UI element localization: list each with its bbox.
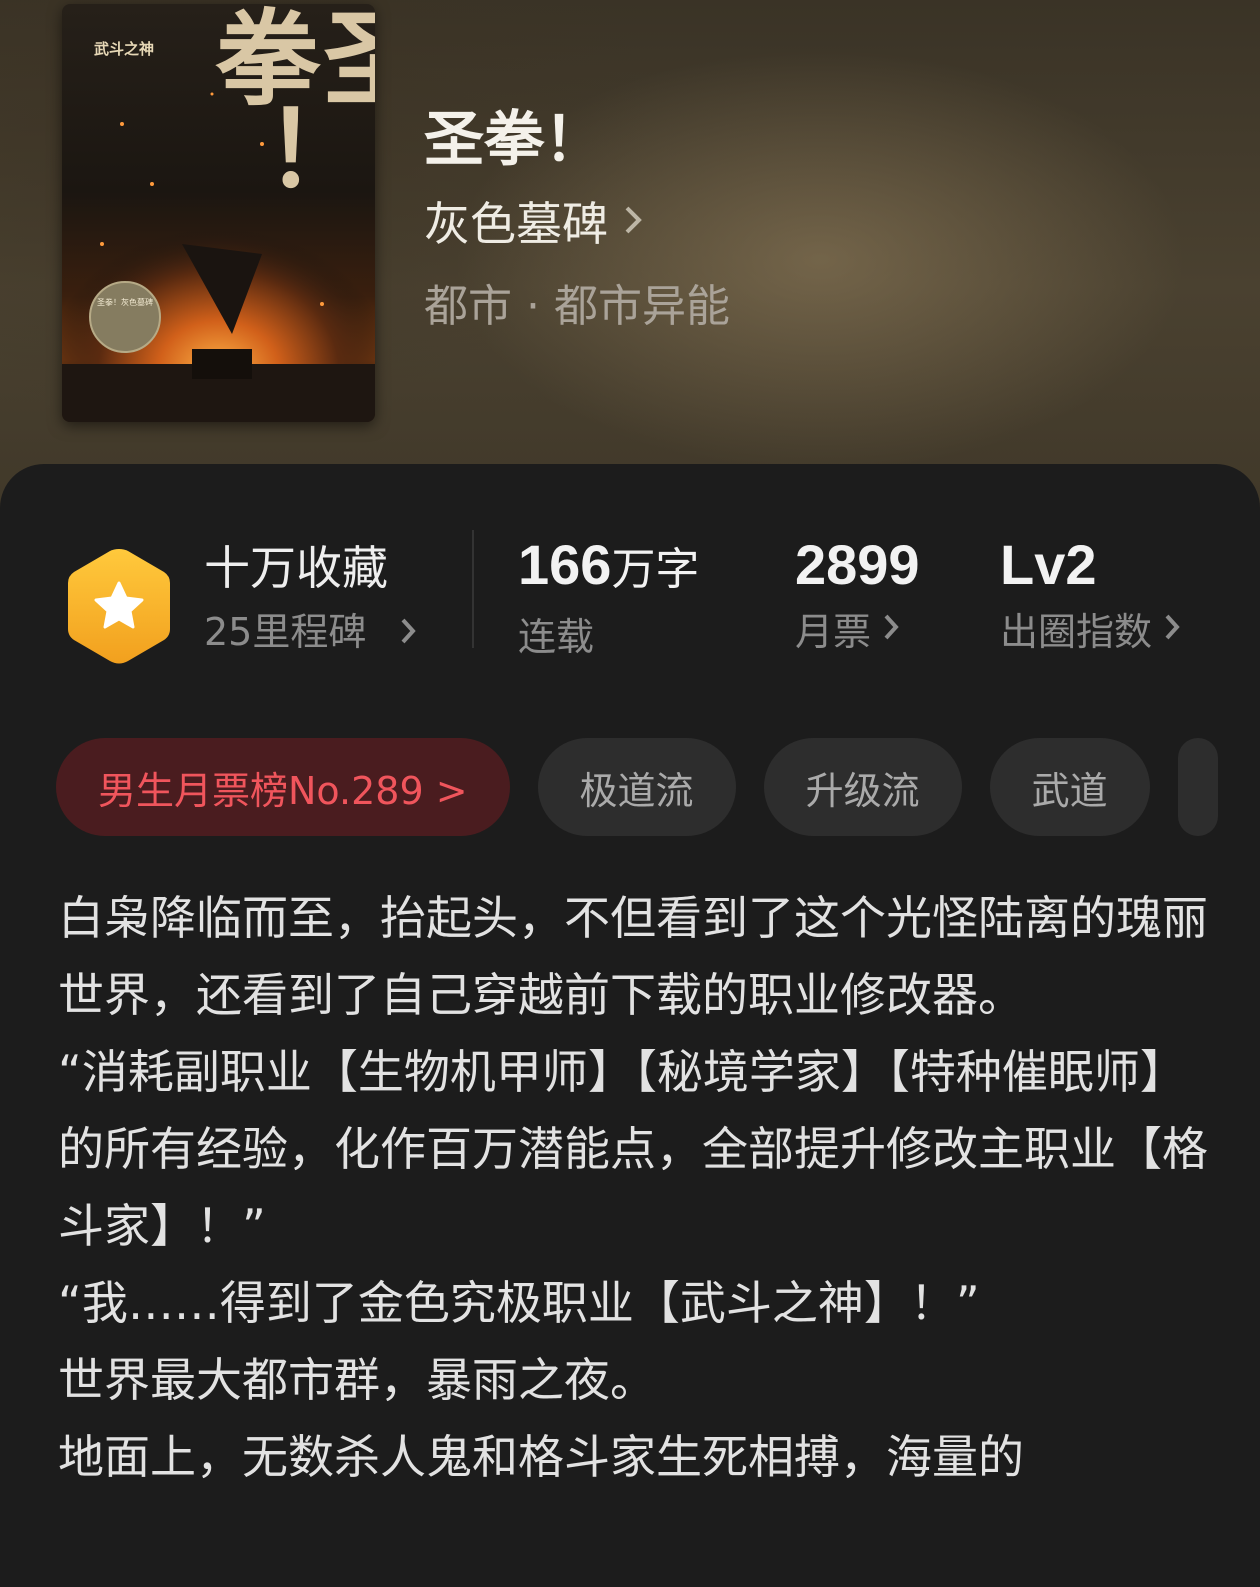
stats-divider [472, 530, 474, 648]
favorites-title: 十万收藏 [204, 541, 388, 595]
influence-index-label: 出圈指数 [1000, 610, 1153, 654]
monthly-ticket-label: 月票 [795, 610, 872, 654]
tag-row: 男生月票榜No.289 > 极道流 升级流 武道 [56, 738, 1218, 836]
word-count-label: 连载 [518, 615, 595, 659]
chevron-right-icon [883, 606, 899, 658]
word-count-stat: 166万字 连载 [518, 530, 699, 663]
cover-title-art: 圣拳！ [197, 4, 375, 200]
description-paragraph: 世界最大都市群，暴雨之夜。 [58, 1353, 656, 1407]
milestone-label: 25里程碑 [204, 610, 367, 654]
author-name: 灰色墓碑 [424, 197, 608, 251]
description-paragraph: “消耗副职业【生物机甲师】【秘境学家】【特种催眠师】的所有经验，化作百万潜能点，… [58, 1045, 1208, 1253]
influence-index-stat[interactable]: Lv2 出圈指数 [1000, 530, 1180, 658]
tag-chip[interactable]: 极道流 [537, 738, 736, 836]
monthly-ticket-stat[interactable]: 2899 月票 [795, 530, 920, 658]
book-cover[interactable]: 武斗之神 圣拳！ 圣拳！灰色墓碑 [62, 4, 375, 422]
cover-badge: 圣拳！灰色墓碑 [89, 281, 161, 353]
star-hexagon-icon[interactable] [64, 545, 174, 667]
rank-tag[interactable]: 男生月票榜No.289 > [56, 738, 510, 836]
cover-series-text: 武斗之神 [94, 40, 155, 58]
influence-index-value: Lv2 [1000, 533, 1097, 596]
tag-chip-partial[interactable] [1177, 738, 1218, 836]
description-paragraph: 地面上，无数杀人鬼和格斗家生死相搏，海量的 [58, 1430, 1024, 1484]
tag-chip[interactable]: 升级流 [763, 738, 962, 836]
monthly-ticket-value: 2899 [795, 533, 920, 596]
chevron-right-icon [400, 608, 417, 656]
description-paragraph: “我……得到了金色究极职业【武斗之神】！” [58, 1276, 980, 1330]
genre-text[interactable]: 都市 · 都市异能 [424, 280, 730, 334]
word-count-value: 166 [518, 533, 612, 596]
book-description[interactable]: 白枭降临而至，抬起头，不但看到了这个光怪陆离的瑰丽世界，还看到了自己穿越前下载的… [58, 880, 1208, 1496]
chevron-right-icon [624, 196, 642, 252]
milestone-link[interactable]: 25里程碑 [204, 608, 417, 656]
chevron-right-icon [1164, 606, 1180, 658]
word-count-unit: 万字 [611, 544, 700, 595]
description-paragraph: 白枭降临而至，抬起头，不但看到了这个光怪陆离的瑰丽世界，还看到了自己穿越前下载的… [58, 891, 1208, 1022]
author-link[interactable]: 灰色墓碑 [424, 196, 642, 252]
book-title: 圣拳！ [424, 105, 604, 175]
tag-chip[interactable]: 武道 [989, 738, 1150, 836]
